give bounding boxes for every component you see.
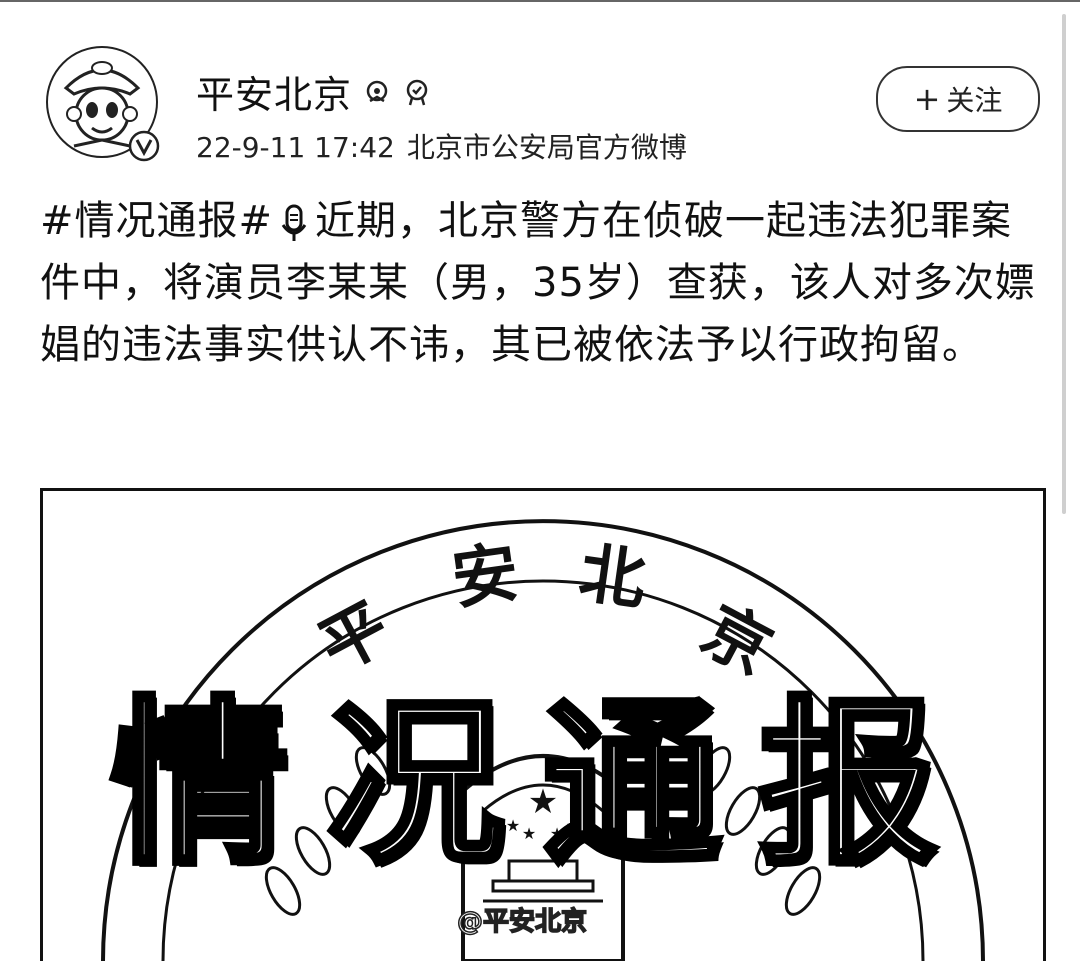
avatar[interactable] (44, 44, 160, 162)
post-source: 北京市公安局官方微博 (406, 131, 687, 164)
follow-button-label: 关注 (946, 84, 1003, 117)
top-divider (0, 0, 1080, 2)
post-meta: 22-9-11 17:42 北京市公安局官方微博 (196, 126, 687, 166)
arc-char-2: 安 (447, 532, 523, 618)
hashtag-link[interactable]: #情况通报# (40, 198, 273, 244)
scrollbar[interactable] (1062, 14, 1066, 514)
image-watermark: @平安北京 (456, 906, 588, 938)
microphone-icon (281, 204, 307, 241)
post-text: #情况通报# 近期，北京警方在侦破一起违法犯罪案件中，将演员李某某（男，35岁）… (40, 190, 1040, 376)
verified-v-icon (128, 130, 160, 162)
member-badge-icon[interactable] (362, 77, 392, 107)
follow-button[interactable]: + 关注 (876, 66, 1040, 132)
arc-char-3: 北 (575, 533, 651, 619)
account-name[interactable]: 平安北京 (196, 64, 352, 119)
post-time: 22-9-11 17:42 (196, 131, 395, 164)
image-title: 情况通报 (108, 678, 975, 891)
plus-icon: + (913, 80, 941, 118)
level-badge-icon[interactable] (402, 77, 432, 107)
post-image[interactable]: ★ ★ ★ ★ ★ 平 安 北 京 情况通报 @平安北京 (40, 488, 1046, 961)
account-name-row: 平安北京 (196, 64, 432, 119)
